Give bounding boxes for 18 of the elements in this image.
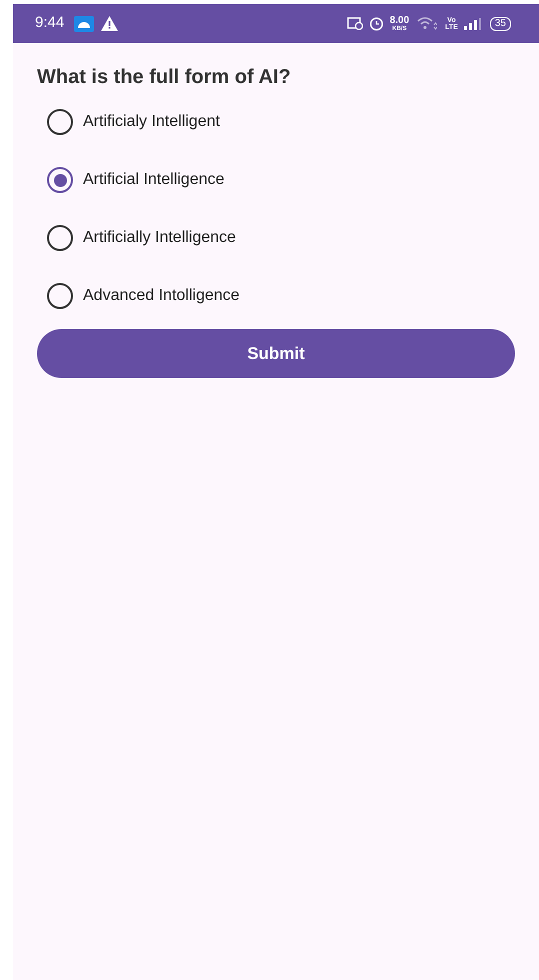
status-time: 9:44 (35, 13, 64, 34)
radio-button[interactable] (47, 109, 73, 135)
option-label: Artificially Intelligence (83, 228, 236, 248)
battery-indicator: 35 (490, 16, 511, 30)
option-label: Advanced Intolligence (83, 286, 240, 306)
network-speed: 8.00 (390, 16, 410, 26)
signal-icon (464, 18, 482, 30)
radio-button[interactable] (47, 225, 73, 251)
radio-button[interactable] (47, 283, 73, 309)
question-title: What is the full form of AI? (37, 65, 292, 89)
wifi-icon (417, 17, 438, 30)
screen-icon (346, 17, 363, 30)
radio-button[interactable] (47, 167, 73, 193)
option-label: Artificial Intelligence (83, 170, 224, 190)
option-label: Artificialy Intelligent (83, 112, 220, 132)
submit-button[interactable]: Submit (37, 329, 515, 378)
alarm-icon (368, 16, 384, 31)
warning-icon (101, 16, 118, 31)
